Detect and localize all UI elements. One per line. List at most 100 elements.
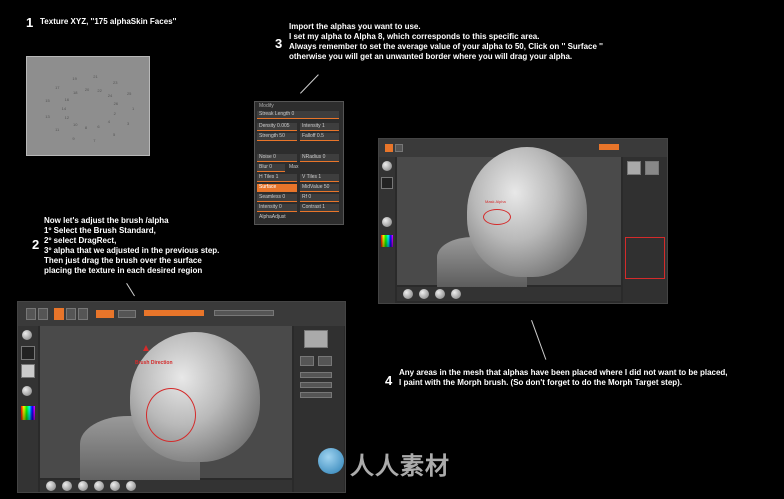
h-tiles-slider[interactable]: H Tiles 1	[257, 174, 297, 182]
brush-preset-icon[interactable]	[78, 481, 88, 491]
draw-button[interactable]	[395, 144, 403, 152]
tool-thumbnail[interactable]	[304, 330, 328, 348]
brush-icon[interactable]	[382, 161, 392, 171]
noise-slider[interactable]: Noise 0	[257, 154, 297, 162]
blur-slider[interactable]: Blur 0	[257, 164, 285, 172]
right-tool-panel	[623, 157, 667, 303]
zadd-button[interactable]	[599, 144, 619, 150]
contrast-slider[interactable]: Contrast 1	[300, 204, 339, 212]
tool-thumbnail[interactable]	[627, 161, 641, 175]
step-2-line: Now let's adjust the brush /alpha	[44, 216, 169, 225]
tool-option[interactable]	[300, 372, 332, 378]
mask-alpha-label: Mask Alpha	[485, 199, 506, 204]
color-picker[interactable]	[381, 235, 393, 247]
seamless-slider[interactable]: Seamless 0	[257, 194, 297, 202]
zadd-button[interactable]	[96, 310, 114, 318]
intensity-slider[interactable]: Intensity 1	[300, 123, 339, 131]
alpha-adjust-button[interactable]: AlphaAdjust	[257, 214, 339, 222]
material-icon[interactable]	[382, 217, 392, 227]
viewport-canvas[interactable]: Brush Direction	[40, 326, 292, 486]
rotate-button[interactable]	[78, 308, 88, 320]
scale-button[interactable]	[66, 308, 76, 320]
alpha-marker: 22	[97, 88, 102, 94]
watermark-text: 人人素材	[350, 453, 450, 480]
brush-preset-icon[interactable]	[46, 481, 56, 491]
top-toolbar	[18, 302, 345, 326]
falloff-slider[interactable]: Falloff 0.5	[300, 133, 339, 141]
brush-preset-icon[interactable]	[126, 481, 136, 491]
step-4-caption: Any areas in the mesh that alphas have b…	[399, 368, 728, 388]
brush-preset-icon[interactable]	[451, 289, 461, 299]
move-button[interactable]	[54, 308, 64, 320]
brush-direction-label: Brush Direction	[135, 360, 173, 366]
watermark-logo-icon	[318, 448, 344, 474]
tool-thumbnail[interactable]	[645, 161, 659, 175]
tool-option[interactable]	[300, 382, 332, 388]
density-slider[interactable]: Density 0.005	[257, 123, 297, 131]
brush-preset-icon[interactable]	[110, 481, 120, 491]
left-shelf	[18, 326, 38, 492]
alpha-marker: 5	[112, 132, 116, 138]
step-3-line: I set my alpha to Alpha 8, which corresp…	[289, 32, 540, 41]
brush-preset-icon[interactable]	[94, 481, 104, 491]
step-3-line: Always remember to set the average value…	[289, 42, 603, 51]
edit-button[interactable]	[385, 144, 393, 152]
alpha-marker: 3	[126, 120, 130, 126]
tool-button[interactable]	[318, 356, 332, 366]
alpha-marker: 12	[64, 114, 70, 120]
step-4-number: 4	[385, 373, 393, 388]
alpha-marker: 6	[97, 123, 100, 129]
z-intensity-slider[interactable]	[144, 310, 204, 316]
bottom-shelf	[397, 287, 621, 301]
brush-preset-icon[interactable]	[62, 481, 72, 491]
nradius-slider[interactable]: NRadius 0	[300, 154, 339, 162]
morph-circle	[483, 209, 511, 225]
edit-button[interactable]	[26, 308, 36, 320]
surface-button[interactable]: Surface	[257, 184, 297, 192]
alpha-marker: 19	[72, 76, 77, 82]
brush-preset-icon[interactable]	[435, 289, 445, 299]
v-tiles-slider[interactable]: V Tiles 1	[300, 174, 339, 182]
strength-slider[interactable]: Strength 50	[257, 133, 297, 141]
midvalue-slider[interactable]: MidValue 50	[300, 184, 339, 192]
step-4-line: I paint with the Morph brush. (So don't …	[399, 378, 683, 387]
max-button[interactable]: Max	[287, 164, 307, 172]
intensity-2-slider[interactable]: Intensity 0	[257, 204, 297, 212]
alpha-marker: 14	[61, 106, 67, 111]
streak-length-slider[interactable]: Streak Length 0	[257, 111, 339, 119]
arrow-up-icon	[143, 345, 149, 351]
alpha-marker: 18	[73, 90, 78, 96]
step-2-number: 2	[32, 237, 40, 252]
step-3-number: 3	[275, 36, 283, 51]
tool-option[interactable]	[300, 392, 332, 398]
viewport-canvas[interactable]: Mask Alpha	[397, 147, 621, 287]
step-1-caption: Texture XYZ, ''175 alphaSkin Faces''	[40, 17, 177, 26]
brush-preset-icon[interactable]	[419, 289, 429, 299]
step-3-line: otherwise you will get an unwanted borde…	[289, 52, 573, 61]
draw-button[interactable]	[38, 308, 48, 320]
brush-preset-icon[interactable]	[403, 289, 413, 299]
alpha-marker: 20	[84, 86, 90, 92]
stroke-icon[interactable]	[381, 177, 393, 189]
step-2-line: Then just drag the brush over the surfac…	[44, 256, 202, 265]
color-picker[interactable]	[21, 406, 35, 420]
brush-circle	[146, 388, 196, 442]
alpha-icon[interactable]	[21, 364, 35, 378]
rf-slider[interactable]: Rf 0	[300, 194, 339, 202]
alpha-marker: 15	[45, 98, 50, 104]
zsub-button[interactable]	[118, 310, 136, 318]
step-2-line: 1º Select the Brush Standard,	[44, 226, 156, 235]
stroke-icon[interactable]	[21, 346, 35, 360]
draw-size-slider[interactable]	[214, 310, 274, 316]
tool-button[interactable]	[300, 356, 314, 366]
step-3-caption: Import the alphas you want to use. I set…	[289, 22, 603, 62]
alpha-marker: 25	[126, 91, 132, 97]
pointer-line	[300, 74, 319, 94]
pointer-line	[531, 320, 547, 360]
brush-icon[interactable]	[22, 330, 32, 340]
alpha-marker: 21	[93, 74, 98, 80]
material-icon[interactable]	[22, 386, 32, 396]
alpha-marker: 11	[55, 127, 60, 133]
alpha-marker: 17	[55, 84, 60, 90]
step-4-line: Any areas in the mesh that alphas have b…	[399, 368, 728, 377]
